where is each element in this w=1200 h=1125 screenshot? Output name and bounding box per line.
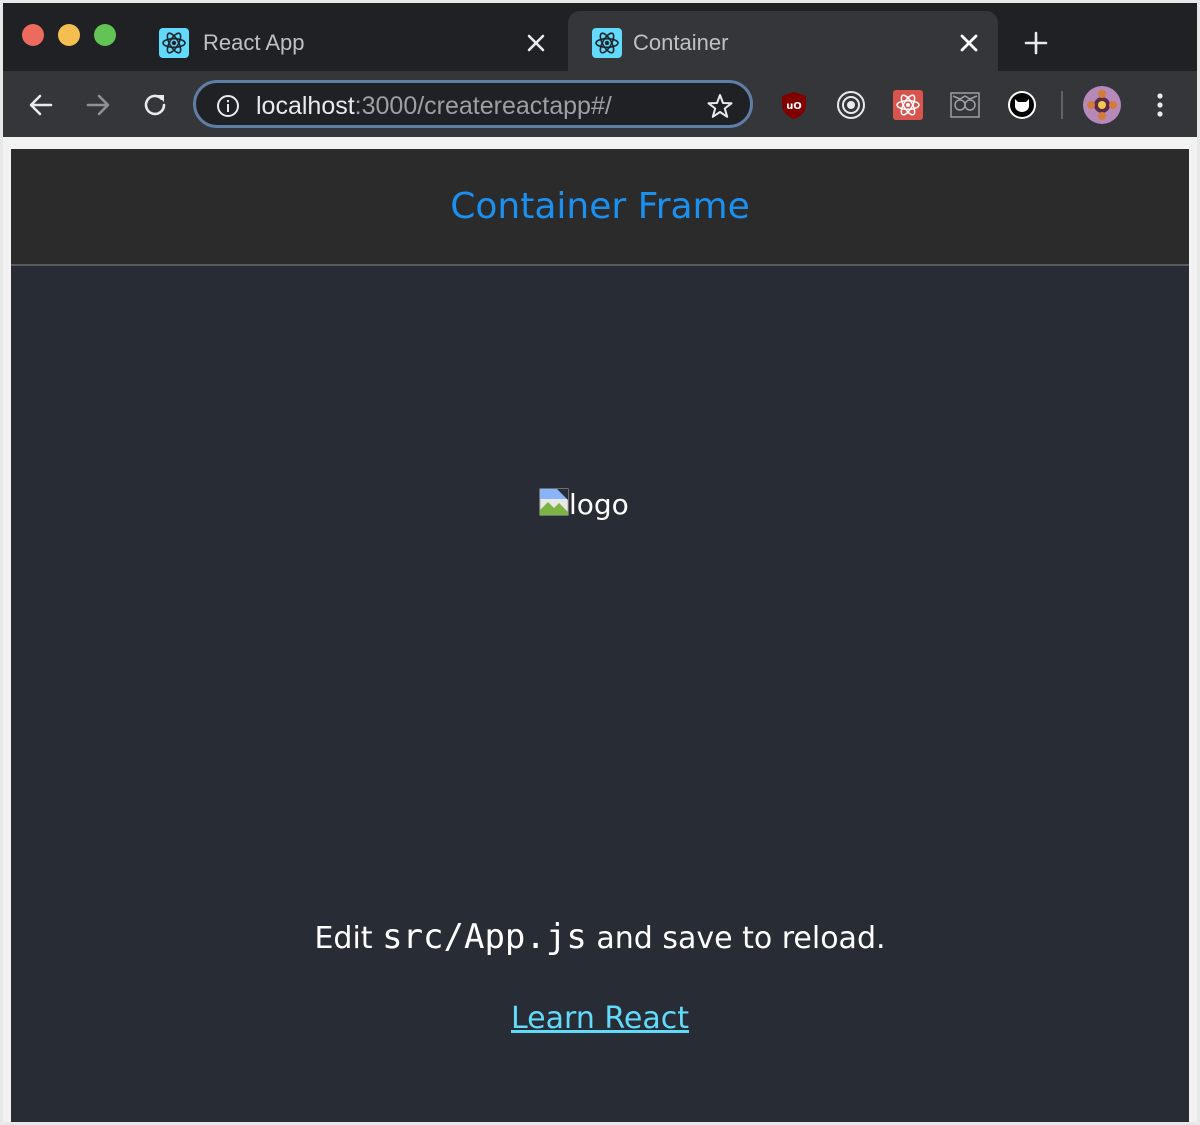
logo-image: logo xyxy=(539,485,629,525)
bookmark-star-icon[interactable] xyxy=(706,92,734,120)
target-icon[interactable] xyxy=(836,90,866,120)
logo-alt-text: logo xyxy=(569,488,629,521)
close-icon[interactable] xyxy=(521,28,551,58)
url-host: localhost xyxy=(256,92,355,120)
edit-instructions: Edit src/App.js and save to reload. xyxy=(11,917,1189,959)
edit-prefix: Edit xyxy=(314,921,383,956)
react-icon xyxy=(159,28,189,58)
svg-text:uO: uO xyxy=(786,101,802,112)
maximize-window-button[interactable] xyxy=(94,24,116,46)
tab-title: Container xyxy=(633,30,729,55)
url-text: localhost:3000/createreactapp#/ xyxy=(256,91,612,121)
url-path: :3000/createreactapp#/ xyxy=(354,92,612,120)
ublock-shield-icon[interactable]: uO xyxy=(779,90,809,120)
github-icon[interactable] xyxy=(1007,90,1037,120)
close-window-button[interactable] xyxy=(22,24,44,46)
close-icon[interactable] xyxy=(954,28,984,58)
container-frame: Container Frame logo Edit src/App.js and… xyxy=(11,149,1189,1122)
minimize-window-button[interactable] xyxy=(58,24,80,46)
browser-toolbar: localhost:3000/createreactapp#/ uO xyxy=(3,71,1197,137)
tab-react-app[interactable]: React App xyxy=(145,11,565,71)
page-viewport: Container Frame logo Edit src/App.js and… xyxy=(3,137,1197,1122)
browser-window: React App Container localhost:3000/creat… xyxy=(3,3,1197,1122)
tab-title: React App xyxy=(203,30,305,55)
tab-strip: React App Container xyxy=(3,3,1197,71)
reload-icon[interactable] xyxy=(137,87,173,123)
page-title: Container Frame xyxy=(450,186,750,227)
react-icon xyxy=(592,28,622,58)
broken-image-icon xyxy=(539,488,569,518)
info-icon[interactable] xyxy=(216,94,240,118)
file-path-code: src/App.js xyxy=(382,917,587,957)
owl-icon[interactable] xyxy=(950,90,980,120)
back-arrow-icon[interactable] xyxy=(23,87,59,123)
react-devtools-icon[interactable] xyxy=(893,90,923,120)
tab-container[interactable]: Container xyxy=(568,11,998,71)
forward-arrow-icon[interactable] xyxy=(80,87,116,123)
kebab-menu-icon[interactable] xyxy=(1148,89,1172,121)
new-tab-button[interactable] xyxy=(1021,28,1051,58)
edit-suffix: and save to reload. xyxy=(586,921,886,956)
toolbar-divider xyxy=(1061,91,1063,119)
frame-header: Container Frame xyxy=(11,149,1189,266)
learn-react-link[interactable]: Learn React xyxy=(11,999,1189,1039)
address-bar[interactable]: localhost:3000/createreactapp#/ xyxy=(193,80,753,128)
profile-avatar[interactable] xyxy=(1083,86,1121,124)
